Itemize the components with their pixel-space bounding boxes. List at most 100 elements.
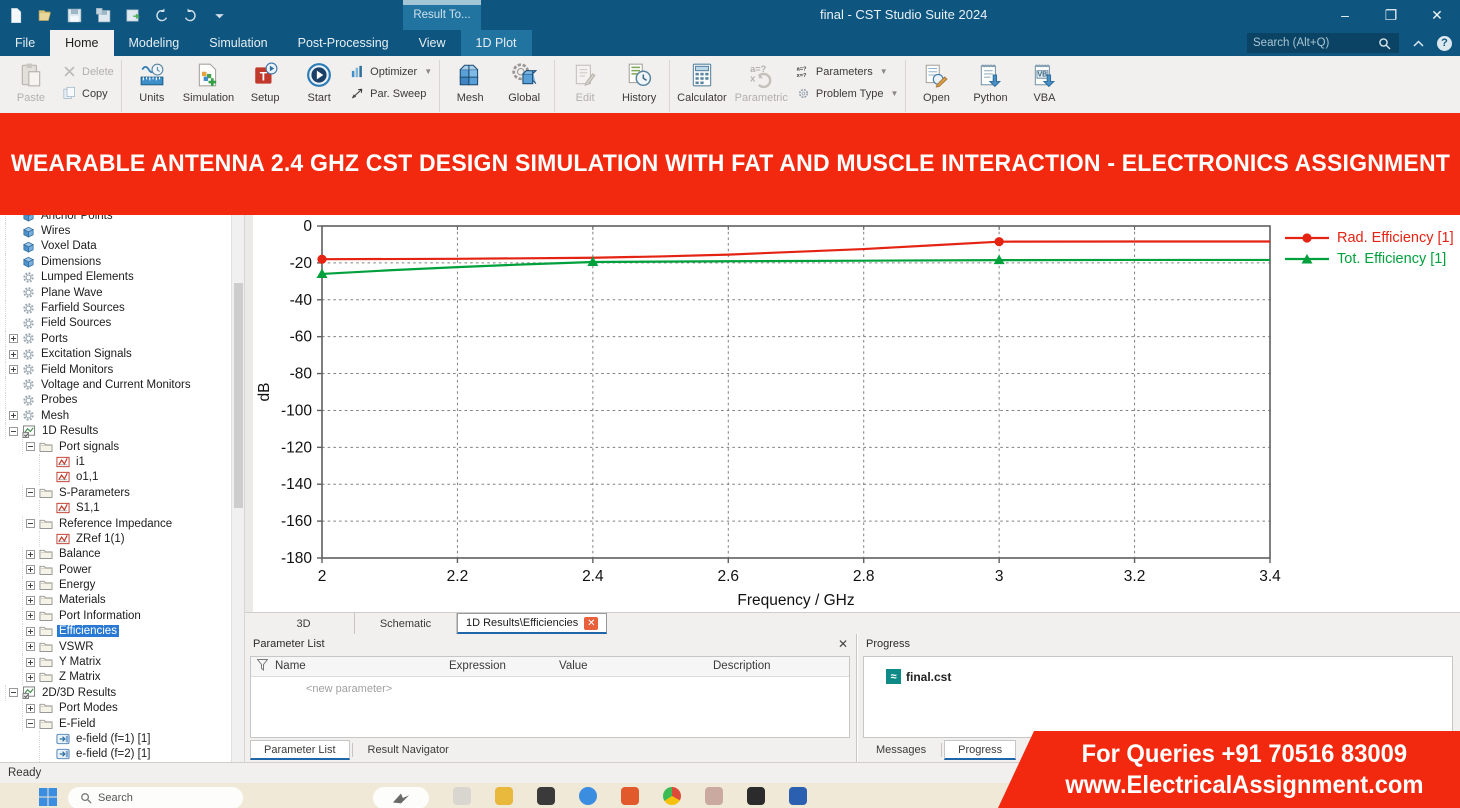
tree-item-voltage-and-current-monitors[interactable]: Voltage and Current Monitors: [0, 377, 230, 393]
tree-item-excitation-signals[interactable]: Excitation Signals: [0, 346, 230, 362]
simulation-button[interactable]: Simulation: [179, 59, 238, 113]
collapse-ribbon-icon[interactable]: [1409, 34, 1427, 52]
collapse-icon[interactable]: [9, 426, 18, 436]
windows-start-icon[interactable]: [38, 787, 58, 808]
column-header-value[interactable]: Value: [559, 660, 588, 672]
progress-project-item[interactable]: ≈ final.cst: [886, 669, 951, 684]
units-button[interactable]: Units: [125, 59, 179, 113]
tree-scrollbar[interactable]: [231, 215, 244, 762]
tree-item-2d-3d-results[interactable]: 2D/3D Results: [0, 685, 230, 701]
tree-item-vswr[interactable]: VSWR: [0, 638, 230, 655]
expand-icon[interactable]: [26, 657, 35, 667]
undo-icon[interactable]: [151, 5, 171, 25]
tree-item-dimensions[interactable]: Dimensions: [0, 254, 230, 270]
tree-item-energy[interactable]: Energy: [0, 577, 230, 593]
search-input[interactable]: Search (Alt+Q): [1247, 33, 1399, 53]
tree-scrollbar-thumb[interactable]: [234, 283, 243, 508]
expand-icon[interactable]: [9, 334, 18, 344]
collapse-icon[interactable]: [9, 688, 18, 698]
expand-icon[interactable]: [26, 611, 35, 621]
new-parameter-row[interactable]: <new parameter>: [306, 683, 392, 695]
notepad-icon[interactable]: [453, 787, 471, 808]
app-dots-icon[interactable]: [705, 787, 723, 808]
setup-button[interactable]: T Setup: [238, 59, 292, 113]
collapse-icon[interactable]: [26, 488, 35, 498]
tree-item-port-signals[interactable]: Port signals: [0, 438, 230, 455]
tree-item-power[interactable]: Power: [0, 561, 230, 578]
contextual-tab-group[interactable]: Result To...: [403, 0, 481, 30]
tree-item-anchor-points[interactable]: Anchor Points: [0, 215, 230, 224]
maximize-button[interactable]: ❐: [1368, 0, 1414, 30]
expand-icon[interactable]: [26, 642, 35, 652]
search-pill[interactable]: Search: [68, 787, 243, 808]
close-icon[interactable]: ✕: [584, 616, 599, 630]
qat-dropdown-icon[interactable]: [209, 5, 229, 25]
tree-item-s1-1[interactable]: S1,1: [0, 500, 230, 516]
doc-tab-1d-results-efficiencies[interactable]: 1D Results\Efficiencies ✕: [457, 613, 608, 634]
expand-icon[interactable]: [9, 411, 18, 421]
tab-home[interactable]: Home: [50, 30, 114, 56]
column-header-name[interactable]: Name: [275, 660, 306, 672]
tree-item-farfield-sources[interactable]: Farfield Sources: [0, 300, 230, 316]
tree-item-y-matrix[interactable]: Y Matrix: [0, 654, 230, 670]
copy-button[interactable]: Copy: [58, 85, 118, 102]
collapse-icon[interactable]: [26, 719, 35, 729]
open-button[interactable]: Open: [909, 59, 963, 113]
column-header-expression[interactable]: Expression: [449, 660, 506, 672]
close-icon[interactable]: ✕: [838, 637, 848, 651]
save-copy-icon[interactable]: [93, 5, 113, 25]
redo-icon[interactable]: [180, 5, 200, 25]
file-explorer-icon[interactable]: [495, 787, 513, 808]
app-orange-icon[interactable]: [621, 787, 639, 808]
open-icon[interactable]: [35, 5, 55, 25]
tree-item-zref-1-1[interactable]: ZRef 1(1): [0, 531, 230, 547]
expand-icon[interactable]: [26, 703, 35, 713]
tree-item-1d-results[interactable]: 1D Results: [0, 423, 230, 439]
headset-icon[interactable]: [747, 787, 765, 808]
tree-item-i1[interactable]: i1: [0, 454, 230, 470]
search-icon[interactable]: [1375, 34, 1393, 52]
new-file-icon[interactable]: [6, 5, 26, 25]
tab-result-navigator[interactable]: Result Navigator: [355, 740, 462, 760]
vba-button[interactable]: VB VBA: [1017, 59, 1071, 113]
tree-item-wires[interactable]: Wires: [0, 223, 230, 239]
tree-item-ports[interactable]: Ports: [0, 331, 230, 347]
problem-type-button[interactable]: Problem Type ▼: [792, 85, 903, 102]
python-button[interactable]: Python: [963, 59, 1017, 113]
tab-parameter-list[interactable]: Parameter List: [250, 740, 350, 760]
tree-item-voxel-data[interactable]: Voxel Data: [0, 238, 230, 255]
global-button[interactable]: Global: [497, 59, 551, 113]
tree-item-field-sources[interactable]: Field Sources: [0, 315, 230, 332]
tree-item-z-matrix[interactable]: Z Matrix: [0, 669, 230, 686]
close-button[interactable]: ✕: [1414, 0, 1460, 30]
parameters-button[interactable]: a=? x=? Parameters ▼: [792, 63, 903, 80]
tab-messages[interactable]: Messages: [863, 740, 939, 760]
expand-icon[interactable]: [26, 595, 35, 605]
tab-progress[interactable]: Progress: [944, 740, 1017, 760]
chrome-icon[interactable]: [663, 787, 681, 808]
tab-file[interactable]: File: [0, 30, 50, 56]
par-sweep-button[interactable]: Par. Sweep: [346, 85, 436, 102]
tree-item-field-monitors[interactable]: Field Monitors: [0, 361, 230, 378]
tree-item-lumped-elements[interactable]: Lumped Elements: [0, 269, 230, 285]
import-icon[interactable]: [122, 5, 142, 25]
expand-icon[interactable]: [26, 672, 35, 682]
expand-icon[interactable]: [26, 580, 35, 590]
tree-item-e-field-f-2-1[interactable]: e-field (f=2) [1]: [0, 746, 230, 762]
calculator-button[interactable]: Calculator: [673, 59, 731, 113]
save-icon[interactable]: [64, 5, 84, 25]
browser-blue-icon[interactable]: [579, 787, 597, 808]
tree-item-e-field-f-1-1[interactable]: e-field (f=1) [1]: [0, 731, 230, 747]
expand-icon[interactable]: [26, 549, 35, 559]
terminal-icon[interactable]: [537, 787, 555, 808]
tab-modeling[interactable]: Modeling: [114, 30, 195, 56]
expand-icon[interactable]: [26, 565, 35, 575]
minimize-button[interactable]: –: [1322, 0, 1368, 30]
expand-icon[interactable]: [26, 626, 35, 636]
tree-item-port-information[interactable]: Port Information: [0, 608, 230, 624]
tree-item-plane-wave[interactable]: Plane Wave: [0, 284, 230, 301]
tree-item-s-parameters[interactable]: S-Parameters: [0, 485, 230, 501]
filter-icon[interactable]: [256, 659, 269, 674]
tab-view[interactable]: View: [404, 30, 461, 56]
doc-tab-3d[interactable]: 3D: [253, 613, 355, 634]
